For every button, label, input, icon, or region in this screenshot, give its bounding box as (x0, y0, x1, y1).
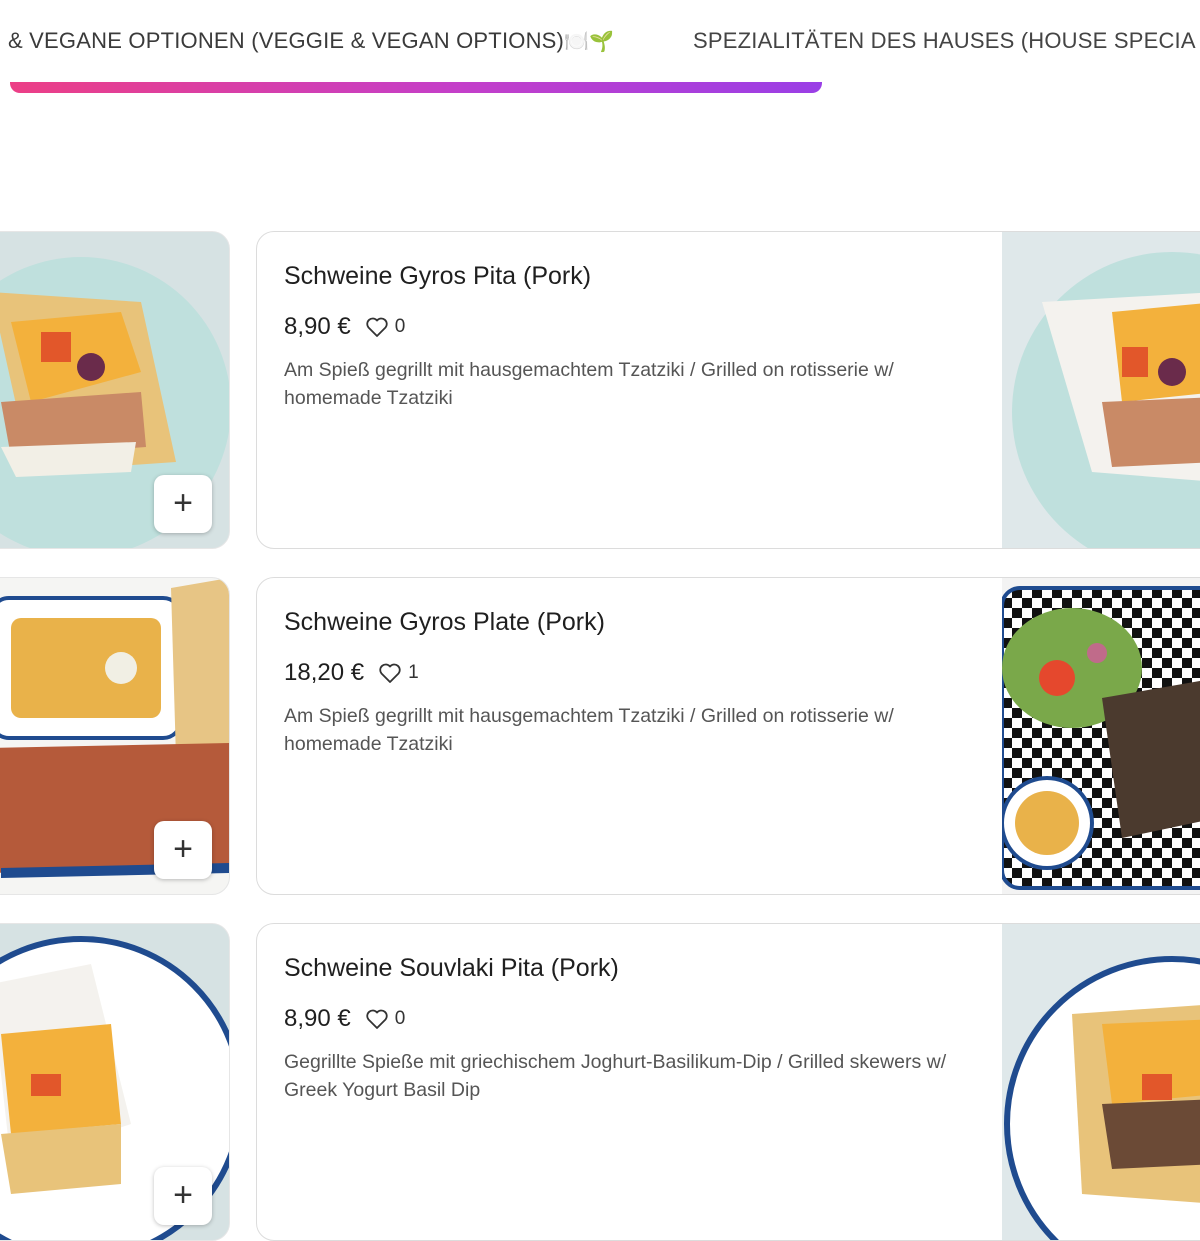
item-price: 18,20 € (284, 659, 365, 686)
price-line: 8,90 € 0 (284, 310, 405, 344)
menu-item-card[interactable]: Schweine Gyros Plate (Pork) 18,20 € 1 Am… (256, 577, 1200, 895)
item-title: Schweine Gyros Plate (Pork) (284, 608, 605, 636)
menu-item-card[interactable]: Schweine Souvlaki Pita (Pork) 8,90 € 0 G… (256, 923, 1200, 1241)
tab-house-specialties[interactable]: SPEZIALITÄTEN DES HAUSES (HOUSE SPECIA (693, 28, 1196, 54)
neighbor-item-card[interactable]: + (0, 923, 230, 1241)
heart-icon[interactable] (365, 316, 389, 338)
tab-house-label: SPEZIALITÄTEN DES HAUSES (HOUSE SPECIA (693, 28, 1196, 53)
menu-item-card[interactable]: Schweine Gyros Pita (Pork) 8,90 € 0 Am S… (256, 231, 1200, 549)
like-count: 0 (394, 1008, 406, 1029)
gyros-pita-photo (1002, 232, 1200, 548)
like-count: 1 (408, 662, 419, 683)
item-thumbnail (1002, 232, 1200, 548)
souvlaki-pita-photo (1002, 924, 1200, 1240)
neighbor-item-card[interactable]: + (0, 577, 230, 895)
menu-row: + Schweine Gyros Plate (Pork) 18,20 € 1 … (0, 577, 1200, 895)
heart-icon[interactable] (378, 662, 402, 684)
price-line: 18,20 € 1 (284, 656, 419, 690)
price-line: 8,90 € 0 (284, 1002, 405, 1036)
like-count: 0 (394, 316, 406, 337)
add-to-cart-button[interactable]: + (154, 1167, 212, 1225)
heart-icon[interactable] (365, 1008, 389, 1030)
item-thumbnail (1002, 924, 1200, 1240)
item-price: 8,90 € (284, 313, 351, 340)
category-tab-bar: & VEGANE OPTIONEN (VEGGIE & VEGAN OPTION… (0, 0, 1200, 110)
tab-veggie-label: & VEGANE OPTIONEN (VEGGIE & VEGAN OPTION… (8, 28, 565, 53)
add-to-cart-button[interactable]: + (154, 821, 212, 879)
item-thumbnail (1002, 578, 1200, 894)
menu-row: + Schweine Gyros Pita (Pork) 8,90 € 0 Am… (0, 231, 1200, 549)
item-description: Am Spieß gegrillt mit hausgemachtem Tzat… (284, 705, 894, 755)
plate-sprout-emoji-icon: 🍽️🌱 (564, 29, 615, 53)
active-tab-indicator (10, 82, 822, 93)
tab-veggie-vegan-options[interactable]: & VEGANE OPTIONEN (VEGGIE & VEGAN OPTION… (8, 28, 614, 54)
add-to-cart-button[interactable]: + (154, 475, 212, 533)
item-title: Schweine Gyros Pita (Pork) (284, 262, 592, 290)
menu-row: + Schweine Souvlaki Pita (Pork) 8,90 € 0… (0, 923, 1200, 1241)
item-description: Gegrillte Spieße mit griechischem Joghur… (284, 1051, 947, 1101)
neighbor-item-card[interactable]: + (0, 231, 230, 549)
item-price: 8,90 € (284, 1005, 351, 1032)
gyros-plate-photo (1002, 578, 1200, 894)
item-description: Am Spieß gegrillt mit hausgemachtem Tzat… (284, 359, 894, 409)
item-title: Schweine Souvlaki Pita (Pork) (284, 954, 619, 982)
